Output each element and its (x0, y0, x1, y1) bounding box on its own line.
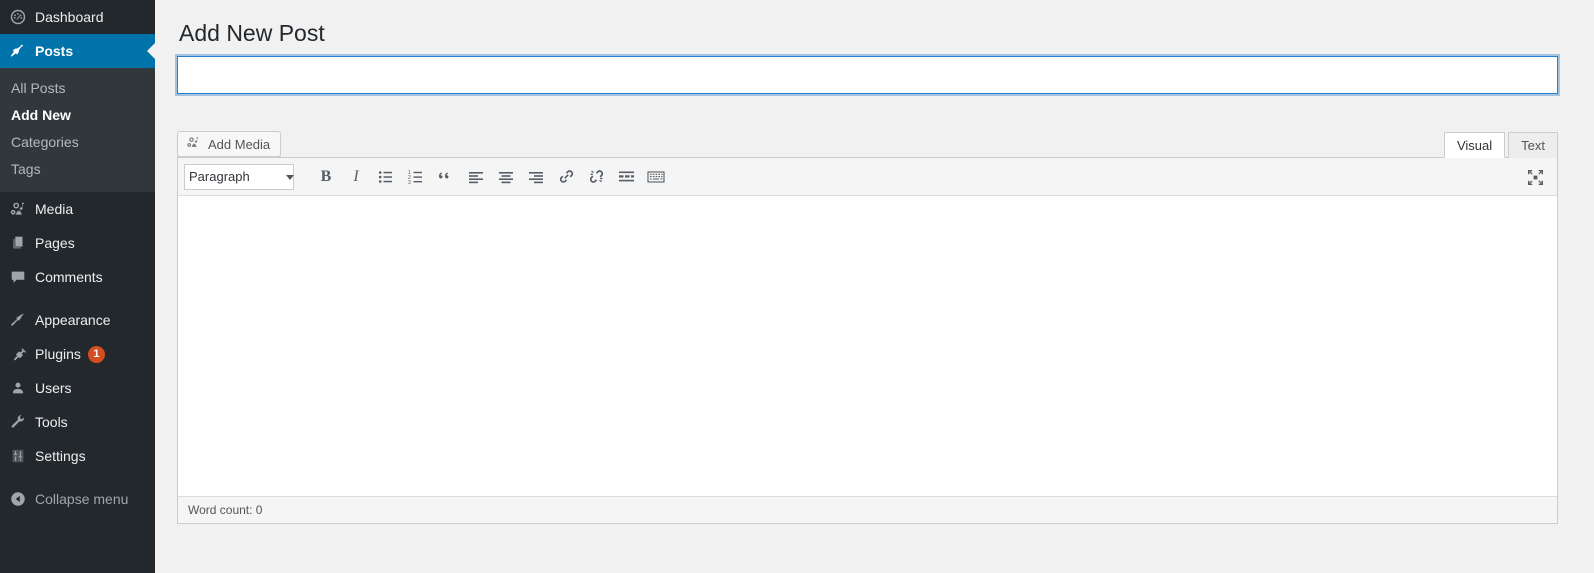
sidebar-item-label: Plugins (35, 346, 81, 362)
post-content-editor[interactable] (178, 196, 1557, 496)
italic-icon[interactable]: I (342, 163, 370, 191)
sidebar-item-appearance[interactable]: Appearance (0, 303, 155, 337)
editor-toolbar: ParagraphHeading 1Heading 2Heading 3Head… (178, 158, 1557, 196)
page-title: Add New Post (179, 20, 325, 46)
post-title-input[interactable] (177, 56, 1558, 94)
sidebar-item-comments[interactable]: Comments (0, 260, 155, 294)
tab-visual[interactable]: Visual (1443, 132, 1506, 158)
sidebar-collapse-menu[interactable]: Collapse menu (0, 482, 155, 516)
pages-stack-icon (9, 233, 33, 253)
sidebar-item-users[interactable]: Users (0, 371, 155, 405)
sidebar-item-settings[interactable]: Settings (0, 439, 155, 473)
user-icon (9, 378, 33, 398)
align-left-icon[interactable] (462, 163, 490, 191)
pin-icon (9, 41, 33, 61)
bold-icon[interactable]: B (312, 163, 340, 191)
status-badge: 1 (87, 345, 105, 363)
media-camera-note-icon (186, 135, 201, 153)
wordpress-admin-screen: Dashboard Posts All Posts Add New Catego… (0, 0, 1594, 573)
word-count-label: Word count: 0 (188, 503, 263, 517)
sidebar-item-label: Settings (35, 448, 86, 464)
format-select-wrapper: ParagraphHeading 1Heading 2Heading 3Head… (184, 163, 302, 190)
read-more-icon[interactable] (612, 163, 640, 191)
sidebar-item-add-new[interactable]: Add New (0, 102, 155, 129)
sidebar-item-tools[interactable]: Tools (0, 405, 155, 439)
sidebar-item-label: Posts (35, 43, 74, 59)
sidebar-item-label: Appearance (35, 312, 111, 328)
menu-separator (0, 473, 155, 482)
post-editor: Add Media Visual Text ParagraphHeading 1… (177, 124, 1558, 524)
sidebar-item-label: Media (35, 201, 74, 217)
link-icon[interactable] (552, 163, 580, 191)
sidebar-item-posts[interactable]: Posts (0, 34, 155, 68)
tab-text[interactable]: Text (1508, 132, 1558, 158)
post-title-wrapper (177, 56, 1558, 94)
align-center-icon[interactable] (492, 163, 520, 191)
sidebar-item-categories[interactable]: Categories (0, 129, 155, 156)
sidebar-item-label: Dashboard (35, 9, 104, 25)
main-content-area: Add New Post Add Media Visual Text Parag… (155, 0, 1594, 573)
menu-separator (0, 294, 155, 303)
comment-bubble-icon (9, 267, 33, 287)
admin-sidebar-menu: Dashboard Posts All Posts Add New Catego… (0, 0, 155, 573)
numbered-list-icon[interactable]: 1 2 3 (402, 163, 430, 191)
add-media-button[interactable]: Add Media (177, 131, 282, 157)
unlink-icon[interactable] (582, 163, 610, 191)
sliders-icon (9, 446, 33, 466)
add-media-label: Add Media (208, 136, 271, 152)
editor-box: ParagraphHeading 1Heading 2Heading 3Head… (177, 157, 1558, 524)
sidebar-item-dashboard[interactable]: Dashboard (0, 0, 155, 34)
sidebar-item-label: Comments (35, 269, 103, 285)
blockquote-icon[interactable] (432, 163, 460, 191)
collapse-menu-label: Collapse menu (35, 491, 129, 507)
editor-mode-tabs: Visual Text (1441, 132, 1558, 158)
plug-icon (9, 344, 33, 364)
sidebar-item-all-posts[interactable]: All Posts (0, 75, 155, 102)
dashboard-gauge-icon (9, 7, 33, 27)
chevron-left-circle-icon (9, 489, 33, 509)
sidebar-item-media[interactable]: Media (0, 192, 155, 226)
media-camera-note-icon (9, 199, 33, 219)
paintbrush-icon (9, 310, 33, 330)
sidebar-item-tags[interactable]: Tags (0, 156, 155, 183)
align-right-icon[interactable] (522, 163, 550, 191)
posts-submenu: All Posts Add New Categories Tags (0, 68, 155, 192)
sidebar-item-label: Users (35, 380, 72, 396)
editor-status-bar: Word count: 0 (178, 496, 1557, 523)
fullscreen-arrows-icon[interactable] (1521, 163, 1549, 191)
keyboard-shortcuts-icon[interactable] (642, 163, 670, 191)
sidebar-item-pages[interactable]: Pages (0, 226, 155, 260)
sidebar-item-plugins[interactable]: Plugins 1 (0, 337, 155, 371)
svg-text:3: 3 (408, 180, 411, 185)
sidebar-item-label: Tools (35, 414, 68, 430)
editor-media-row: Add Media Visual Text (177, 124, 1558, 158)
sidebar-item-label: Pages (35, 235, 75, 251)
paragraph-format-select[interactable]: ParagraphHeading 1Heading 2Heading 3Head… (184, 163, 294, 190)
wrench-icon (9, 412, 33, 432)
active-menu-arrow (147, 43, 155, 59)
bulleted-list-icon[interactable] (372, 163, 400, 191)
